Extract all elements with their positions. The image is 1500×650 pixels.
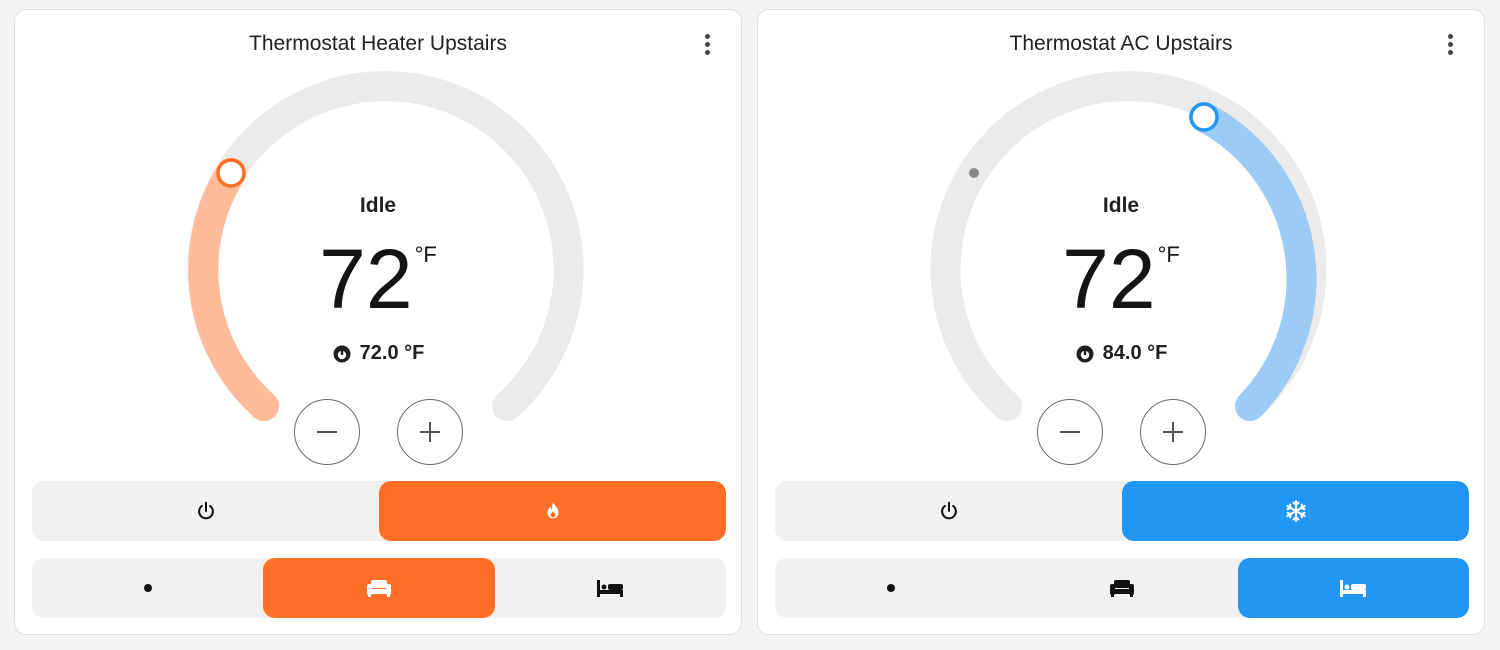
dot-icon [886,584,895,592]
current-temperature: 72.0 °F [15,342,741,365]
increase-temperature-button[interactable] [397,399,463,465]
target-temperature: 72°F [15,234,741,324]
plus-icon [420,422,440,442]
mode-off-button[interactable] [32,481,379,541]
target-handle [1189,102,1219,132]
decrease-temperature-button[interactable] [1037,399,1103,465]
target-temperature-value: 72 [1062,232,1156,326]
minus-icon [1060,431,1080,433]
dot-icon [143,584,152,592]
fire-icon [547,501,558,519]
current-temperature-value: 84.0 °F [1102,342,1168,364]
hvac-action-label: Idle [1102,194,1140,217]
hvac-action-label: Idle [359,194,397,217]
current-temperature-value: 72.0 °F [359,342,425,364]
mode-off-button[interactable] [775,481,1122,541]
mode-heat-button[interactable] [379,481,726,541]
current-temperature-marker [969,168,979,178]
bed-icon [597,580,624,597]
preset-none-button[interactable] [32,558,263,618]
thermostat-card-ac: Thermostat AC Upstairs Idle 72°F 84.0 °F [757,9,1485,635]
preset-home-button[interactable] [263,558,495,618]
temperature-unit: °F [414,242,437,267]
thermostat-card-heater: Thermostat Heater Upstairs Idle 72°F 72.… [14,9,742,635]
power-icon [940,501,957,520]
preset-sleep-button[interactable] [495,558,726,618]
increase-temperature-button[interactable] [1140,399,1206,465]
preset-selector [775,558,1469,618]
hvac-mode-selector [775,481,1469,541]
temperature-unit: °F [1157,242,1180,267]
thermometer-icon [333,345,351,362]
snowflake-icon [1285,500,1306,522]
bed-icon [1340,580,1367,597]
preset-none-button[interactable] [775,558,1006,618]
minus-icon [317,431,337,433]
target-handle [216,158,246,188]
target-temperature: 72°F [758,234,1484,324]
thermometer-icon [1076,345,1094,362]
preset-sleep-button[interactable] [1237,558,1469,618]
sofa-icon [1109,580,1134,597]
current-temperature: 84.0 °F [758,342,1484,365]
hvac-mode-selector [32,481,726,541]
plus-icon [1163,422,1183,442]
target-temperature-value: 72 [319,232,413,326]
power-icon [197,501,214,520]
decrease-temperature-button[interactable] [294,399,360,465]
preset-home-button[interactable] [1006,558,1237,618]
sofa-icon [366,580,391,597]
preset-selector [32,558,726,618]
mode-cool-button[interactable] [1122,481,1469,541]
